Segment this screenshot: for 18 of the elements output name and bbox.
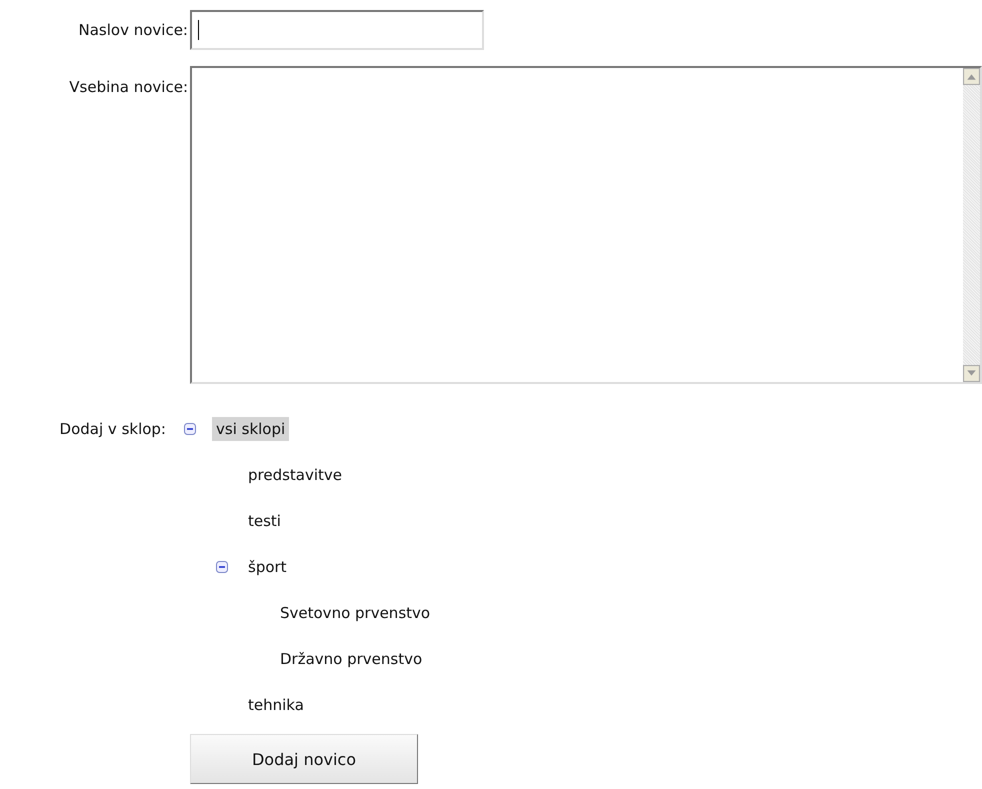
tree-item[interactable]: testi (244, 509, 285, 533)
scrollbar[interactable] (963, 68, 980, 382)
tree-item[interactable]: vsi sklopi (212, 417, 290, 441)
tree-item[interactable]: Svetovno prvenstvo (276, 601, 434, 625)
scroll-down-icon[interactable] (963, 365, 980, 382)
title-input-field[interactable] (190, 10, 484, 50)
tree-item[interactable]: Državno prvenstvo (276, 647, 426, 671)
tree-item[interactable]: šport (244, 555, 291, 579)
tree-item[interactable]: tehnika (244, 693, 308, 717)
collapse-icon[interactable] (184, 423, 196, 435)
content-text-area[interactable] (190, 66, 982, 384)
field-label: Naslov novice: (78, 21, 188, 39)
field-label: Dodaj v sklop: (58, 419, 167, 440)
add-news-button[interactable]: Dodaj novico (190, 734, 418, 784)
scroll-up-icon[interactable] (963, 68, 980, 85)
tree-item[interactable]: predstavitve (244, 463, 346, 487)
field-label: Vsebina novice: (68, 77, 188, 98)
collapse-icon[interactable] (216, 561, 228, 573)
